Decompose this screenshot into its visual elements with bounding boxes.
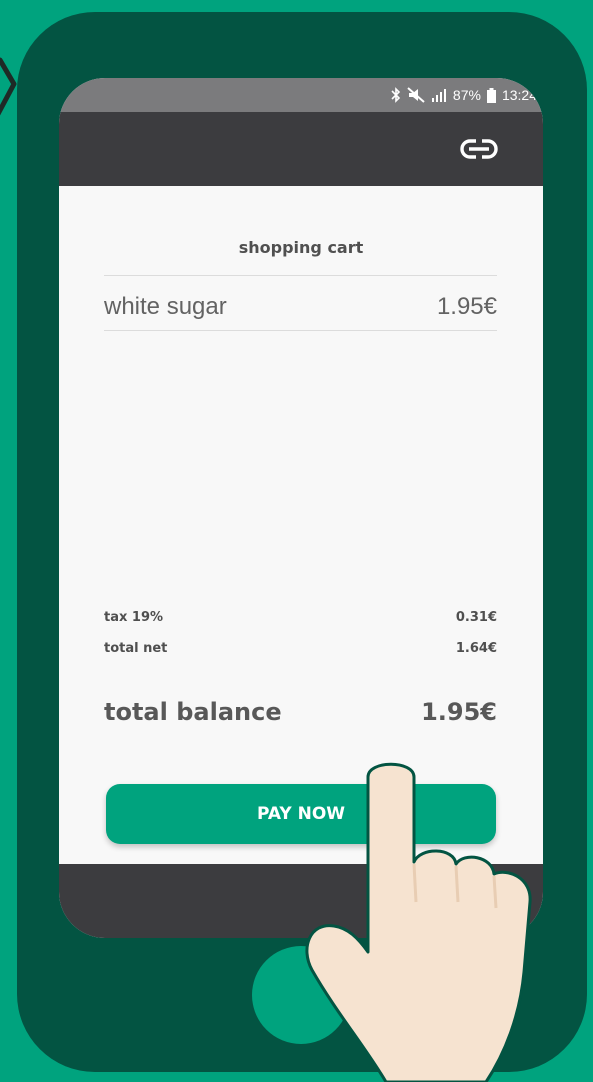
net-row: total net 1.64€ — [104, 641, 497, 661]
net-value: 1.64€ — [455, 641, 497, 656]
item-price: 1.95€ — [436, 293, 497, 320]
divider — [104, 330, 497, 331]
status-time: 13:24 — [501, 87, 537, 103]
item-name: white sugar — [104, 293, 227, 320]
status-icons: 87% 13:24 — [391, 78, 537, 112]
tax-row: tax 19% 0.31€ — [104, 610, 497, 630]
battery-percent: 87% — [452, 87, 481, 103]
cart-title: shopping cart — [238, 238, 364, 257]
bluetooth-icon — [391, 87, 401, 103]
mute-icon — [407, 87, 425, 103]
total-row: total balance 1.95€ — [104, 698, 497, 738]
total-value: 1.95€ — [421, 698, 497, 726]
signal-icon — [431, 89, 446, 102]
cart-item[interactable]: white sugar 1.95€ — [104, 276, 497, 330]
net-label: total net — [104, 641, 168, 656]
status-bar: 87% 13:24 — [59, 78, 543, 112]
link-icon — [460, 139, 498, 159]
app-bar — [59, 112, 543, 186]
battery-icon — [486, 87, 496, 103]
link-button[interactable] — [459, 134, 499, 164]
tax-label: tax 19% — [104, 610, 164, 625]
pointing-hand-icon — [305, 762, 532, 1082]
total-label: total balance — [104, 698, 282, 726]
tax-value: 0.31€ — [455, 610, 497, 625]
